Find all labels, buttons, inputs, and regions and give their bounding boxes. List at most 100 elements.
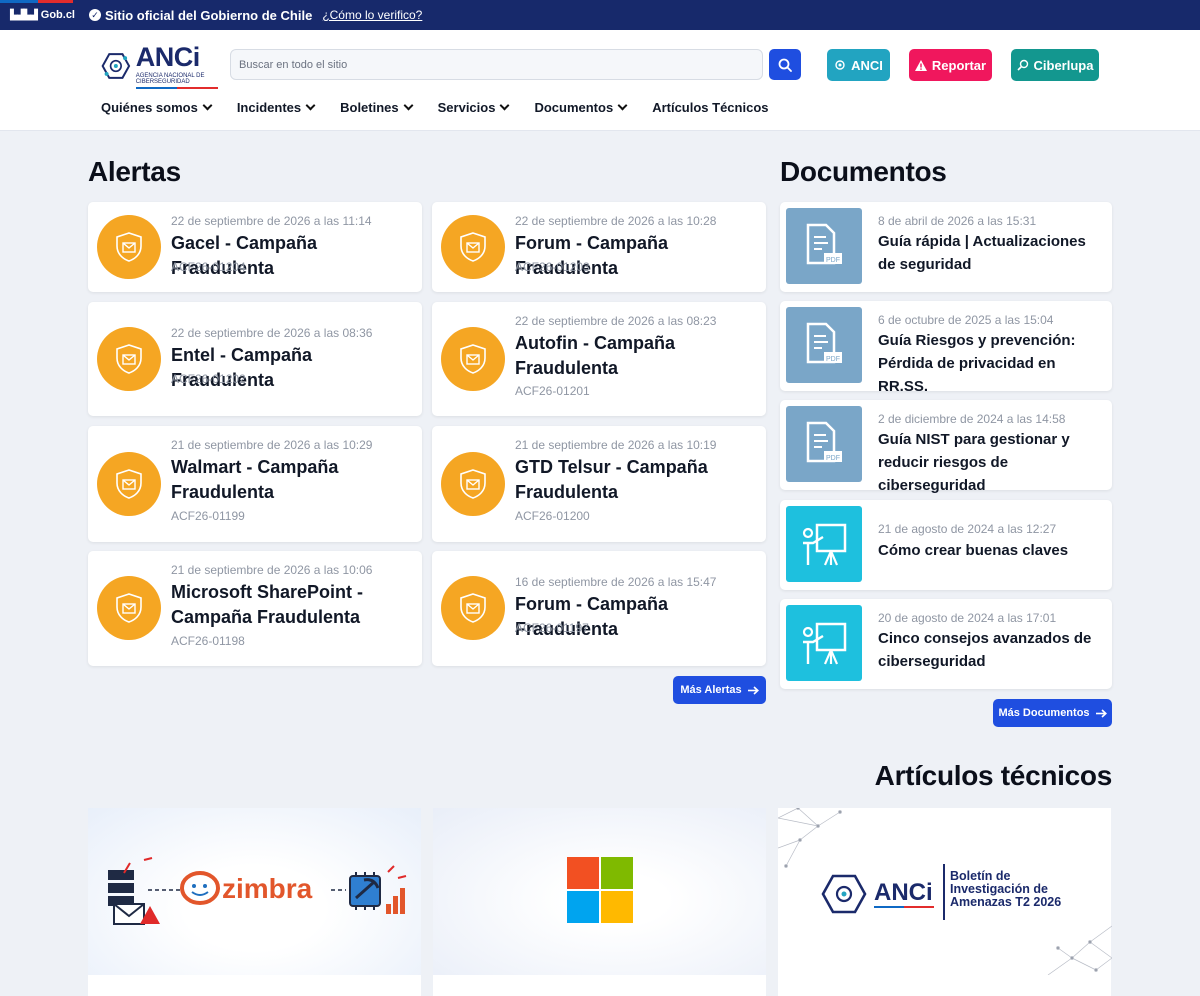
document-date: 8 de abril de 2026 a las 15:31	[878, 214, 1037, 228]
shield-mail-icon	[97, 327, 161, 391]
shield-mail-icon	[97, 576, 161, 640]
server-icon	[108, 857, 160, 925]
nav-label: Boletines	[340, 100, 399, 115]
more-alerts-label: Más Alertas	[680, 684, 742, 696]
alert-date: 21 de septiembre de 2026 a las 10:29	[171, 438, 373, 452]
pdf-icon: PDF	[786, 208, 862, 284]
gob-cl-link[interactable]: ▙▟▙▟ Gob.cl	[0, 0, 75, 30]
alert-card[interactable]: 21 de septiembre de 2026 a las 10:19 GTD…	[432, 426, 766, 542]
document-title[interactable]: Cómo crear buenas claves	[878, 539, 1104, 562]
chip-exploit-icon	[349, 865, 407, 914]
alert-code: ACF26-01198	[171, 634, 245, 648]
alert-code: ACF26-01197	[515, 621, 589, 635]
svg-text:PDF: PDF	[826, 356, 840, 363]
nav-label: Quiénes somos	[101, 100, 198, 115]
document-date: 21 de agosto de 2024 a las 12:27	[878, 522, 1057, 536]
alert-code: ACF26-01201	[515, 384, 590, 398]
article-card[interactable]: zimbra	[88, 808, 421, 996]
document-card[interactable]: 21 de agosto de 2024 a las 12:27 Cómo cr…	[780, 500, 1112, 590]
alert-card[interactable]: 16 de septiembre de 2026 a las 15:47 For…	[432, 551, 766, 666]
pdf-icon: PDF	[786, 307, 862, 383]
alert-card[interactable]: 22 de septiembre de 2026 a las 08:36 Ent…	[88, 302, 422, 416]
search-button[interactable]	[769, 49, 801, 80]
shield-mail-icon	[97, 215, 161, 279]
chevron-down-icon	[202, 100, 213, 111]
alert-code: ACF26-01199	[171, 509, 245, 523]
logo-wordmark: ANCi AGENCIA NACIONAL DE CIBERSEGURIDAD	[135, 41, 218, 89]
anci-button-label: ANCI	[851, 57, 883, 73]
alert-title[interactable]: Autofin - Campaña Fraudulenta	[515, 331, 763, 381]
verify-link[interactable]: ¿Cómo lo verifico?	[322, 8, 422, 22]
alert-title[interactable]: Microsoft SharePoint - Campaña Fraudulen…	[171, 580, 419, 630]
alert-code: ACF26-01202	[171, 372, 246, 386]
nav-label: Servicios	[437, 100, 496, 115]
search-icon	[778, 58, 792, 72]
nav-item-quienes-somos[interactable]: Quiénes somos	[101, 100, 213, 115]
logo-text: ANCi	[135, 41, 201, 72]
more-documents-button[interactable]: Más Documentos	[993, 699, 1112, 727]
anci-logo-icon	[101, 53, 131, 79]
search-input[interactable]	[230, 49, 763, 80]
alert-date: 21 de septiembre de 2026 a las 10:06	[171, 563, 373, 577]
article-card[interactable]	[433, 808, 766, 996]
alert-date: 21 de septiembre de 2026 a las 10:19	[515, 438, 717, 452]
alert-title[interactable]: GTD Telsur - Campaña Fraudulenta	[515, 455, 763, 505]
document-card[interactable]: PDF 8 de abril de 2026 a las 15:31 Guía …	[780, 202, 1112, 292]
document-card[interactable]: 20 de agosto de 2024 a las 17:01 Cinco c…	[780, 599, 1112, 689]
more-alerts-button[interactable]: Más Alertas	[673, 676, 766, 704]
article-card[interactable]: ANCi Boletín de Investigación de Amenaza…	[777, 806, 1113, 996]
alert-code: ACF26-01204	[171, 260, 246, 274]
document-date: 20 de agosto de 2024 a las 17:01	[878, 611, 1057, 625]
nav-item-documentos[interactable]: Documentos	[534, 100, 628, 115]
article-thumbnail-zimbra[interactable]: zimbra	[88, 808, 421, 975]
article-thumbnail-microsoft[interactable]	[433, 808, 766, 975]
alerts-heading: Alertas	[88, 156, 181, 187]
alert-card[interactable]: 21 de septiembre de 2026 a las 10:29 Wal…	[88, 426, 422, 542]
article-thumbnail-boletin[interactable]: ANCi Boletín de Investigación de Amenaza…	[777, 806, 1113, 976]
government-bar: ▙▟▙▟ Gob.cl ✓ Sitio oficial del Gobierno…	[0, 0, 1200, 30]
document-title[interactable]: Guía Riesgos y prevención: Pérdida de pr…	[878, 329, 1104, 398]
chevron-down-icon	[305, 100, 316, 111]
gob-label: Gob.cl	[40, 9, 75, 21]
alert-date: 22 de septiembre de 2026 a las 08:23	[515, 314, 717, 328]
anci-logo[interactable]: ANCi AGENCIA NACIONAL DE CIBERSEGURIDAD	[100, 42, 218, 90]
site-header: ANCi AGENCIA NACIONAL DE CIBERSEGURIDAD …	[0, 30, 1200, 131]
alert-title[interactable]: Walmart - Campaña Fraudulenta	[171, 455, 419, 505]
anci-button[interactable]: ANCI	[827, 49, 890, 81]
check-circle-icon: ✓	[89, 9, 101, 21]
document-title[interactable]: Guía NIST para gestionar y reducir riesg…	[878, 428, 1104, 497]
document-card[interactable]: PDF 6 de octubre de 2025 a las 15:04 Guí…	[780, 301, 1112, 395]
main-nav: Quiénes somos Incidentes Boletines Servi…	[101, 100, 795, 115]
anci-brand-text: ANCi	[874, 879, 933, 906]
document-card[interactable]: PDF 2 de diciembre de 2024 a las 14:58 G…	[780, 400, 1112, 494]
presentation-icon	[786, 506, 862, 582]
report-button[interactable]: Reportar	[909, 49, 992, 81]
chevron-down-icon	[500, 100, 510, 111]
official-text: Sitio oficial del Gobierno de Chile	[105, 7, 313, 23]
arrow-right-icon	[747, 685, 759, 695]
report-button-label: Reportar	[931, 57, 987, 73]
nav-item-articulos-tecnicos[interactable]: Artículos Técnicos	[652, 100, 768, 115]
logo-subtext: AGENCIA NACIONAL DE CIBERSEGURIDAD	[135, 72, 205, 85]
building-icon: ▙▟▙▟	[10, 9, 38, 21]
document-date: 2 de diciembre de 2024 a las 14:58	[878, 412, 1066, 426]
anci-logo-small	[821, 874, 867, 914]
nav-item-servicios[interactable]: Servicios	[437, 100, 510, 115]
alert-card[interactable]: 22 de septiembre de 2026 a las 08:23 Aut…	[432, 302, 766, 416]
ciberlupa-button-label: Ciberlupa	[1033, 57, 1094, 73]
alert-card[interactable]: 22 de septiembre de 2026 a las 11:14 Gac…	[88, 202, 422, 292]
nav-item-boletines[interactable]: Boletines	[340, 100, 414, 115]
alert-card[interactable]: 22 de septiembre de 2026 a las 10:28 For…	[432, 202, 766, 292]
pdf-icon: PDF	[786, 406, 862, 482]
shield-mail-icon	[441, 215, 505, 279]
alert-date: 22 de septiembre de 2026 a las 08:36	[171, 326, 373, 340]
alert-date: 22 de septiembre de 2026 a las 10:28	[515, 214, 717, 228]
presentation-icon	[786, 605, 862, 681]
ciberlupa-button[interactable]: Ciberlupa	[1011, 49, 1099, 81]
shield-mail-icon	[441, 576, 505, 640]
document-title[interactable]: Guía rápida | Actualizaciones de segurid…	[878, 230, 1104, 276]
document-title[interactable]: Cinco consejos avanzados de cibersegurid…	[878, 627, 1104, 673]
nav-item-incidentes[interactable]: Incidentes	[237, 100, 316, 115]
arrow-right-icon	[1095, 708, 1107, 718]
alert-card[interactable]: 21 de septiembre de 2026 a las 10:06 Mic…	[88, 551, 422, 666]
